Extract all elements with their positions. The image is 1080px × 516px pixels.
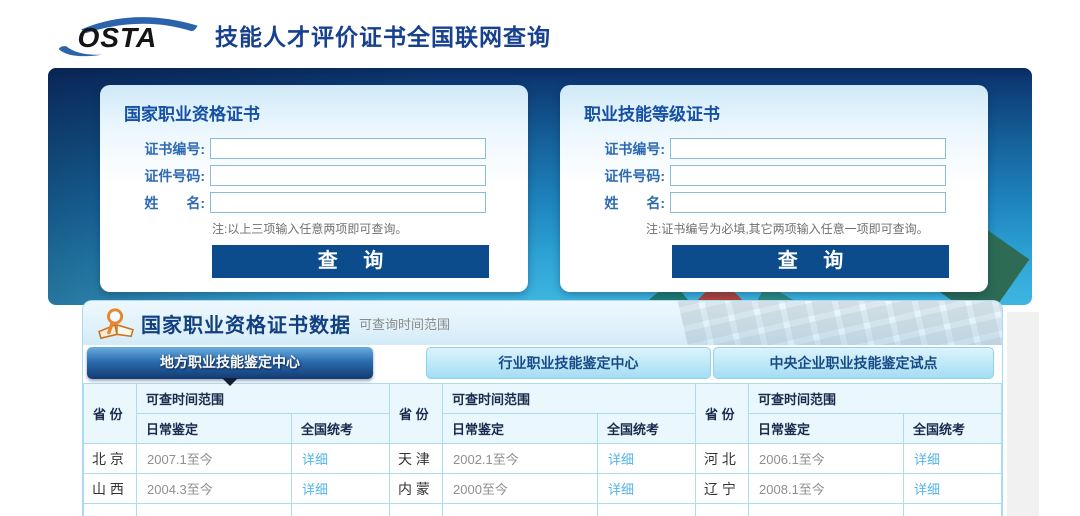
id-number-label: 证件号码: <box>144 167 205 184</box>
daily-header: 日常鉴定 <box>748 413 905 444</box>
exam-header: 全国统考 <box>903 413 1003 444</box>
table-row: 北 京 2007.1至今 详细 天 津 2002.1至今 详细 河 北 2006… <box>83 443 1003 474</box>
keyboard-decoration <box>677 301 1002 345</box>
osta-logo-icon: OSTA <box>58 17 198 57</box>
range-header: 可查时间范围 <box>442 383 697 414</box>
certificate-number-input[interactable] <box>670 138 946 159</box>
skill-level-certificate-panel: 职业技能等级证书 证书编号: 证件号码: 姓 名: 注:证书编号为必填,其它两项… <box>560 85 988 292</box>
daily-range-cell: 2006.1至今 <box>748 443 905 474</box>
table-subheader-row: 日常鉴定 全国统考 日常鉴定 全国统考 日常鉴定 全国统考 <box>84 413 1003 444</box>
province-cell: 天 津 <box>389 443 444 474</box>
province-header: 省 份 <box>695 383 750 444</box>
tab-central-enterprise-pilots[interactable]: 中央企业职业技能鉴定试点 <box>713 347 994 379</box>
name-label: 姓 名: <box>144 194 205 211</box>
panel-title: 职业技能等级证书 <box>584 105 720 124</box>
daily-range-cell: 2000至今 <box>442 473 599 504</box>
detail-link[interactable]: 详细 <box>608 482 634 497</box>
page: OSTA 技能人才评价证书全国联网查询 国家职业资格证书 证书编号: 证件号码:… <box>0 0 1080 516</box>
certificate-number-label: 证书编号: <box>604 140 665 157</box>
daily-range-cell: 2002.1至今 <box>442 443 599 474</box>
detail-link[interactable]: 详细 <box>608 452 634 467</box>
detail-link[interactable]: 详细 <box>914 452 940 467</box>
detail-link[interactable]: 详细 <box>914 482 940 497</box>
data-section-title: 国家职业资格证书数据 <box>141 314 351 337</box>
data-section-subtitle: 可查询时间范围 <box>359 316 451 332</box>
daily-header: 日常鉴定 <box>442 413 599 444</box>
exam-header: 全国统考 <box>597 413 697 444</box>
range-header: 可查时间范围 <box>135 383 391 414</box>
center-tabs: 地方职业技能鉴定中心 行业职业技能鉴定中心 中央企业职业技能鉴定试点 <box>83 345 1002 386</box>
province-cell: 辽 宁 <box>695 473 750 504</box>
detail-link[interactable]: 详细 <box>302 482 328 497</box>
panel-note: 注:证书编号为必填,其它两项输入任意一项即可查询。 <box>646 222 929 236</box>
certificate-number-input[interactable] <box>210 138 486 159</box>
province-cell: 内 蒙 <box>389 473 444 504</box>
data-section-header: 国家职业资格证书数据 可查询时间范围 <box>83 301 1002 345</box>
id-number-input[interactable] <box>210 165 486 186</box>
province-cell: 河 北 <box>695 443 750 474</box>
province-cell: 北 京 <box>83 443 137 474</box>
daily-header: 日常鉴定 <box>136 413 292 444</box>
page-title: 技能人才评价证书全国联网查询 <box>215 24 551 50</box>
national-certificate-panel: 国家职业资格证书 证书编号: 证件号码: 姓 名: 注:以上三项输入任意两项即可… <box>100 85 528 292</box>
range-header: 可查时间范围 <box>748 383 1003 414</box>
name-label: 姓 名: <box>604 194 665 211</box>
daily-range-cell: 2007.1至今 <box>136 443 292 474</box>
svg-text:OSTA: OSTA <box>78 22 158 53</box>
daily-range-cell: 2008.1至今 <box>748 473 905 504</box>
certificate-data-panel: 国家职业资格证书数据 可查询时间范围 地方职业技能鉴定中心 行业职业技能鉴定中心… <box>82 300 1003 516</box>
table-row-clipped <box>83 503 1003 516</box>
name-input[interactable] <box>670 192 946 213</box>
query-range-table: 省 份 可查时间范围 省 份 可查时间范围 省 份 可查时间范围 日常鉴定 全国… <box>83 383 1003 516</box>
tab-industry-centers[interactable]: 行业职业技能鉴定中心 <box>426 347 711 379</box>
id-number-label: 证件号码: <box>604 167 665 184</box>
detail-link[interactable]: 详细 <box>302 452 328 467</box>
name-input[interactable] <box>210 192 486 213</box>
province-header: 省 份 <box>389 383 444 444</box>
query-button[interactable]: 查 询 <box>672 245 949 278</box>
panel-note: 注:以上三项输入任意两项即可查询。 <box>212 222 408 236</box>
province-header: 省 份 <box>83 383 137 444</box>
query-button[interactable]: 查 询 <box>212 245 489 278</box>
tab-local-centers[interactable]: 地方职业技能鉴定中心 <box>87 347 373 386</box>
exam-header: 全国统考 <box>290 413 391 444</box>
table-row: 山 西 2004.3至今 详细 内 蒙 2000至今 详细 辽 宁 2008.1… <box>83 473 1003 504</box>
certificate-number-label: 证书编号: <box>144 140 205 157</box>
daily-range-cell: 2004.3至今 <box>136 473 292 504</box>
province-cell: 山 西 <box>83 473 137 504</box>
table-header-row: 省 份 可查时间范围 省 份 可查时间范围 省 份 可查时间范围 <box>83 383 1003 444</box>
right-gray-strip <box>1007 312 1039 516</box>
id-number-input[interactable] <box>670 165 946 186</box>
site-header: OSTA 技能人才评价证书全国联网查询 <box>55 12 551 58</box>
panel-title: 国家职业资格证书 <box>124 105 260 124</box>
magnifier-book-icon <box>98 308 134 340</box>
